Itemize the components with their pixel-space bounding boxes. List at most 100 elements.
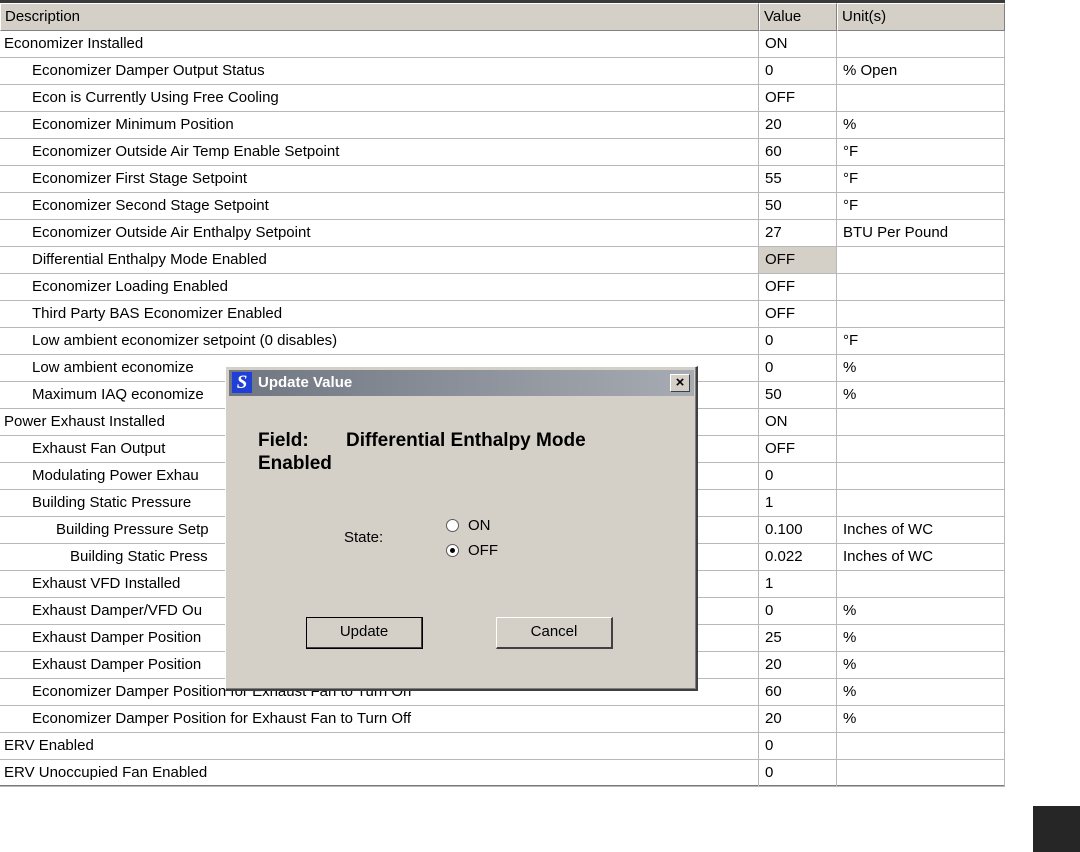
row-value[interactable]: 27 xyxy=(759,220,837,247)
table-row[interactable]: Econ is Currently Using Free Cooling OFF xyxy=(0,85,1005,112)
row-unit xyxy=(837,247,1005,274)
row-value[interactable]: 0 xyxy=(759,58,837,85)
row-value[interactable]: 0.022 xyxy=(759,544,837,571)
row-value[interactable]: 50 xyxy=(759,193,837,220)
row-unit: % xyxy=(837,598,1005,625)
field-label: Field: xyxy=(258,430,309,451)
row-description: Economizer Outside Air Enthalpy Setpoint xyxy=(0,220,759,247)
close-button[interactable]: × xyxy=(670,374,690,392)
row-unit: °F xyxy=(837,328,1005,355)
row-unit xyxy=(837,463,1005,490)
row-unit: % xyxy=(837,355,1005,382)
table-row[interactable]: ERV Unoccupied Fan Enabled 0 xyxy=(0,760,1005,787)
row-unit: Inches of WC xyxy=(837,517,1005,544)
header-description[interactable]: Description xyxy=(0,3,759,31)
row-unit xyxy=(837,85,1005,112)
row-description: Economizer Minimum Position xyxy=(0,112,759,139)
row-unit: % xyxy=(837,382,1005,409)
row-value[interactable]: OFF xyxy=(759,436,837,463)
table-row[interactable]: Economizer Outside Air Enthalpy Setpoint… xyxy=(0,220,1005,247)
table-row[interactable]: Economizer Second Stage Setpoint 50 °F xyxy=(0,193,1005,220)
row-description: Economizer Damper Output Status xyxy=(0,58,759,85)
table-row[interactable]: ERV Enabled 0 xyxy=(0,733,1005,760)
row-unit: °F xyxy=(837,193,1005,220)
table-row[interactable]: Economizer First Stage Setpoint 55 °F xyxy=(0,166,1005,193)
row-value[interactable]: 0.100 xyxy=(759,517,837,544)
row-value[interactable]: 60 xyxy=(759,139,837,166)
row-description: ERV Unoccupied Fan Enabled xyxy=(0,760,759,787)
row-description: Econ is Currently Using Free Cooling xyxy=(0,85,759,112)
row-unit: % xyxy=(837,112,1005,139)
update-value-dialog: S Update Value × Field: Differential Enth… xyxy=(225,366,698,691)
row-description: Economizer Installed xyxy=(0,31,759,58)
row-unit: % xyxy=(837,625,1005,652)
row-value[interactable]: OFF xyxy=(759,274,837,301)
row-value[interactable]: OFF xyxy=(759,301,837,328)
table-row[interactable]: Economizer Outside Air Temp Enable Setpo… xyxy=(0,139,1005,166)
field-caption: Field: Differential Enthalpy Mode Enabled xyxy=(258,429,658,475)
radio-on-indicator[interactable] xyxy=(446,519,459,532)
row-unit: °F xyxy=(837,139,1005,166)
row-value[interactable]: 20 xyxy=(759,652,837,679)
row-value[interactable]: OFF xyxy=(759,85,837,112)
close-icon: × xyxy=(675,374,685,391)
row-description: Economizer First Stage Setpoint xyxy=(0,166,759,193)
row-value[interactable]: 55 xyxy=(759,166,837,193)
dialog-title: Update Value xyxy=(258,374,353,391)
row-unit: BTU Per Pound xyxy=(837,220,1005,247)
header-units[interactable]: Unit(s) xyxy=(837,3,1005,31)
row-unit: Inches of WC xyxy=(837,544,1005,571)
row-value[interactable]: 25 xyxy=(759,625,837,652)
row-unit xyxy=(837,733,1005,760)
row-value[interactable]: 0 xyxy=(759,463,837,490)
row-value[interactable]: 60 xyxy=(759,679,837,706)
table-row[interactable]: Economizer Loading Enabled OFF xyxy=(0,274,1005,301)
row-value[interactable]: 50 xyxy=(759,382,837,409)
state-label: State: xyxy=(344,529,384,546)
row-unit xyxy=(837,301,1005,328)
table-row[interactable]: Differential Enthalpy Mode Enabled OFF xyxy=(0,247,1005,274)
row-value[interactable]: 0 xyxy=(759,598,837,625)
radio-off[interactable]: OFF xyxy=(446,542,498,559)
radio-off-label: OFF xyxy=(468,542,498,559)
row-unit xyxy=(837,760,1005,787)
row-unit: % Open xyxy=(837,58,1005,85)
row-unit: % xyxy=(837,706,1005,733)
row-value[interactable]: 20 xyxy=(759,706,837,733)
row-description: Third Party BAS Economizer Enabled xyxy=(0,301,759,328)
table-row[interactable]: Economizer Installed ON xyxy=(0,31,1005,58)
row-value[interactable]: 1 xyxy=(759,571,837,598)
radio-off-indicator[interactable] xyxy=(446,544,459,557)
row-unit xyxy=(837,274,1005,301)
row-description: Economizer Outside Air Temp Enable Setpo… xyxy=(0,139,759,166)
row-value[interactable]: 1 xyxy=(759,490,837,517)
row-unit xyxy=(837,571,1005,598)
table-row[interactable]: Economizer Minimum Position 20% xyxy=(0,112,1005,139)
header-value[interactable]: Value xyxy=(759,3,837,31)
row-value[interactable]: ON xyxy=(759,31,837,58)
row-unit: % xyxy=(837,652,1005,679)
row-value[interactable]: OFF xyxy=(759,247,837,274)
row-value[interactable]: ON xyxy=(759,409,837,436)
dialog-titlebar[interactable]: S Update Value × xyxy=(229,370,694,396)
table-row[interactable]: Low ambient economizer setpoint (0 disab… xyxy=(0,328,1005,355)
row-unit: °F xyxy=(837,166,1005,193)
row-value[interactable]: 20 xyxy=(759,112,837,139)
update-button[interactable]: Update xyxy=(306,617,423,649)
row-unit xyxy=(837,436,1005,463)
radio-on-label: ON xyxy=(468,517,491,534)
row-unit xyxy=(837,409,1005,436)
row-unit: % xyxy=(837,679,1005,706)
row-value[interactable]: 0 xyxy=(759,733,837,760)
table-row[interactable]: Economizer Damper Position for Exhaust F… xyxy=(0,706,1005,733)
radio-on[interactable]: ON xyxy=(446,517,491,534)
cancel-button[interactable]: Cancel xyxy=(496,617,613,649)
row-value[interactable]: 0 xyxy=(759,328,837,355)
row-value[interactable]: 0 xyxy=(759,355,837,382)
app-logo-icon: S xyxy=(232,372,252,393)
row-unit xyxy=(837,31,1005,58)
table-row[interactable]: Economizer Damper Output Status 0% Open xyxy=(0,58,1005,85)
row-value[interactable]: 0 xyxy=(759,760,837,787)
table-row[interactable]: Third Party BAS Economizer Enabled OFF xyxy=(0,301,1005,328)
row-description: ERV Enabled xyxy=(0,733,759,760)
